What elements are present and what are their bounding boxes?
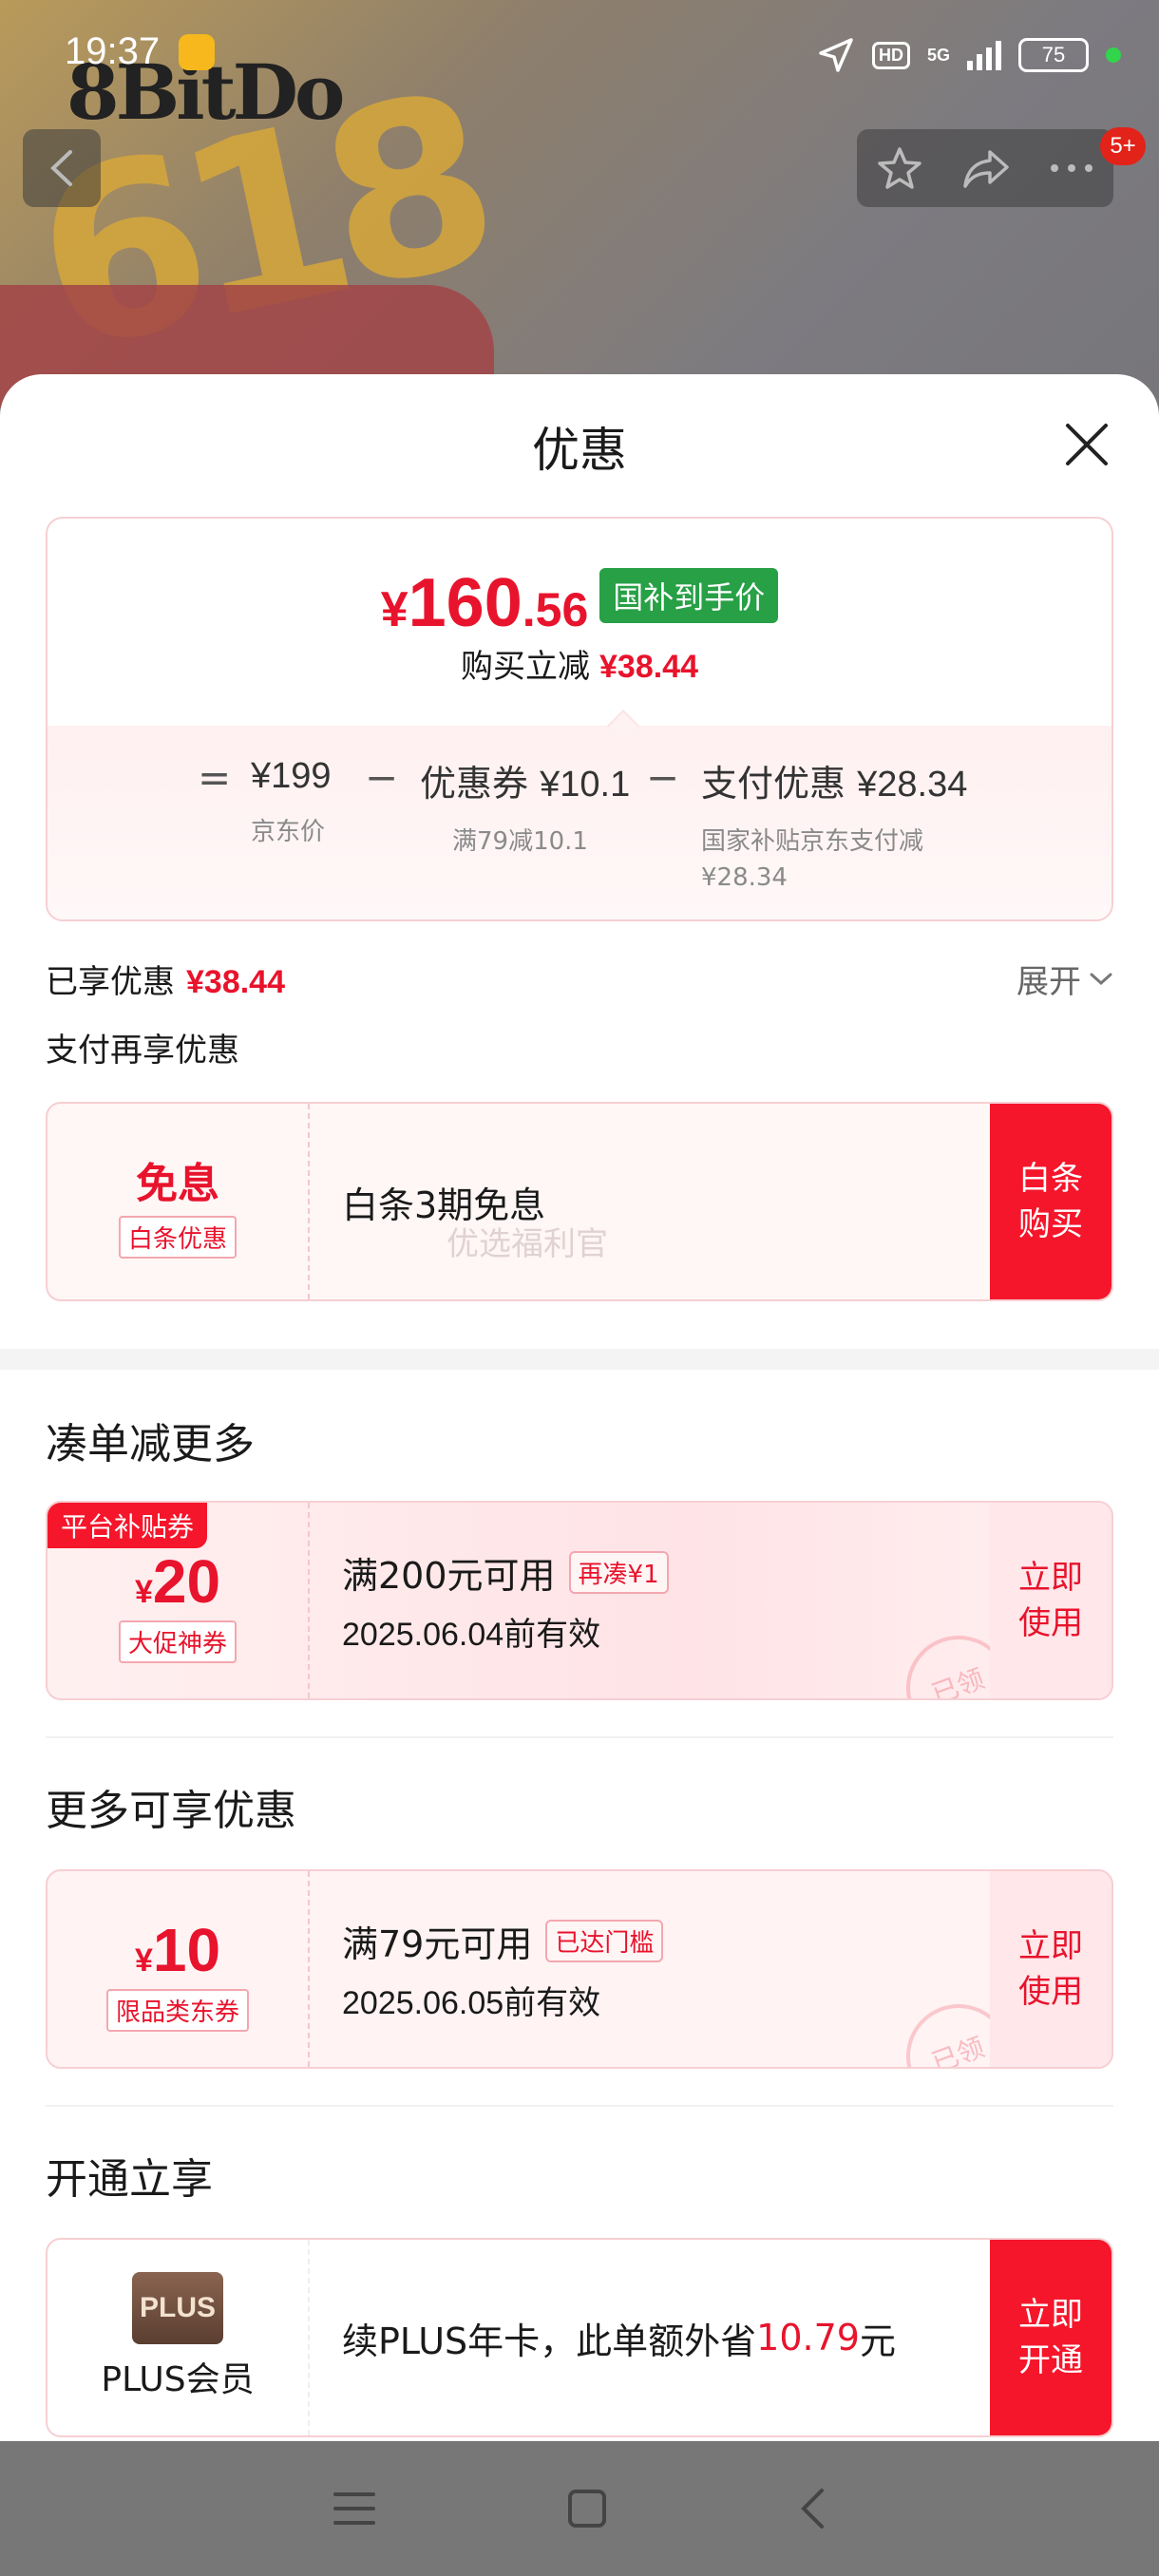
- plus-saving-amount: 10.79: [756, 2317, 860, 2358]
- privacy-dot-icon: [1106, 47, 1121, 63]
- divider-line: [46, 2105, 1113, 2107]
- gov-subsidy-tag: 国补到手价: [599, 568, 779, 623]
- back-nav-icon[interactable]: [798, 2487, 826, 2530]
- formula-minus: −: [646, 754, 680, 801]
- message-count-badge: 5+: [1100, 127, 1146, 165]
- coupon-threshold: 满200元可用: [342, 1555, 556, 1597]
- back-button[interactable]: [23, 129, 101, 207]
- section-divider: [0, 1349, 1159, 1370]
- baitiao-label: 白条优惠: [118, 1216, 237, 1259]
- section-title-open: 开通立享: [46, 2155, 213, 2204]
- coupon-threshold-tag: 已达门槛: [545, 1920, 664, 1962]
- open-plus-button[interactable]: 立即 开通: [990, 2240, 1112, 2435]
- chevron-left-icon: [50, 150, 72, 186]
- plus-logo: PLUS: [132, 2272, 223, 2344]
- formula-jd-price: ¥199 京东价: [251, 756, 332, 846]
- baitiao-big: 免息: [136, 1161, 219, 1207]
- instant-discount: 购买立减 ¥38.44: [461, 648, 698, 686]
- use-coupon-button[interactable]: 立即 使用: [990, 1871, 1112, 2067]
- formula-equals: =: [198, 754, 232, 801]
- coupon-label: 大促神券: [118, 1620, 237, 1663]
- coupon-threshold: 满79元可用: [342, 1923, 533, 1965]
- plus-info: 续PLUS年卡，此单额外省 10.79 元: [342, 2317, 896, 2362]
- share-icon[interactable]: [961, 144, 1011, 192]
- star-icon[interactable]: [876, 144, 923, 192]
- more-icon[interactable]: [1049, 162, 1094, 174]
- coupon-card-platform: ¥20 大促神券 平台补贴券 满200元可用 再凑¥1 2025.06.04前有效…: [46, 1501, 1113, 1700]
- expand-button[interactable]: 展开: [1016, 956, 1113, 1002]
- signal-icon: [967, 40, 1001, 70]
- price-summary-card: ¥160.56 国补到手价 购买立减 ¥38.44 = ¥199 京东价 − 优惠…: [46, 517, 1113, 921]
- coupon-gap-tag: 再凑¥1: [568, 1551, 669, 1594]
- coupon-info: 满79元可用 已达门槛 2025.06.05前有效: [342, 1871, 664, 2067]
- section-title-more: 凑单减更多: [46, 1420, 255, 1468]
- plus-name: PLUS会员: [101, 2360, 255, 2399]
- final-price: ¥160.56: [380, 565, 589, 641]
- applied-discount: 已享优惠 ¥38.44: [46, 963, 285, 1001]
- battery-icon: 75: [1018, 38, 1089, 72]
- baitiao-card: 免息 白条优惠 白条3期免息 白条 购买: [46, 1102, 1113, 1301]
- baitiao-buy-button[interactable]: 白条 购买: [990, 1104, 1112, 1299]
- discount-sheet: 优惠 ¥160.56 国补到手价 购买立减 ¥38.44 = ¥199 京东价 −…: [0, 374, 1159, 2441]
- sheet-title: 优惠: [532, 423, 627, 478]
- notification-app-icon: [179, 34, 215, 70]
- chevron-down-icon: [1090, 973, 1112, 985]
- watermark: 优选福利官: [446, 1225, 608, 1263]
- status-time: 19:37: [65, 30, 161, 72]
- formula-coupon: 优惠券 ¥10.1 满79减10.1: [420, 763, 631, 856]
- coupon-value: ¥20: [134, 1547, 221, 1616]
- location-icon: [819, 38, 853, 72]
- status-bar: 19:37 HD 5G 75: [0, 0, 1159, 114]
- baitiao-info: 白条3期免息: [342, 1104, 545, 1299]
- coupon-left: ¥10 限品类东券: [48, 1871, 310, 2067]
- plus-card: PLUS PLUS会员 续PLUS年卡，此单额外省 10.79 元 立即 开通: [46, 2238, 1113, 2437]
- baitiao-left: 免息 白条优惠: [48, 1104, 310, 1299]
- payment-discount-label: 支付再享优惠: [46, 1032, 239, 1070]
- coupon-value: ¥10: [134, 1916, 221, 1984]
- coupon-expiry: 2025.06.05前有效: [342, 1985, 601, 2021]
- divider-line: [46, 1736, 1113, 1738]
- use-coupon-button[interactable]: 立即 使用: [990, 1503, 1112, 1698]
- plus-left: PLUS PLUS会员: [48, 2240, 310, 2435]
- menu-icon[interactable]: [332, 2490, 376, 2528]
- coupon-label: 限品类东券: [105, 1989, 249, 2032]
- formula-minus: −: [365, 754, 399, 801]
- system-nav-bar: [0, 2441, 1159, 2576]
- coupon-info: 满200元可用 再凑¥1 2025.06.04前有效: [342, 1503, 669, 1698]
- platform-subsidy-tag: 平台补贴券: [48, 1503, 208, 1548]
- coupon-card-category: ¥10 限品类东券 满79元可用 已达门槛 2025.06.05前有效 已领 立即…: [46, 1869, 1113, 2069]
- home-icon[interactable]: [566, 2488, 608, 2529]
- final-price-row: ¥160.56 国补到手价: [48, 564, 1112, 642]
- coupon-expiry: 2025.06.04前有效: [342, 1617, 601, 1653]
- formula-payment-discount: 支付优惠 ¥28.34 国家补贴京东支付减¥28.34: [701, 763, 968, 892]
- hd-icon: HD: [871, 41, 910, 69]
- network-type: 5G: [926, 45, 950, 65]
- close-icon[interactable]: [1062, 420, 1112, 469]
- status-icons: HD 5G 75: [817, 36, 1121, 74]
- section-title-available: 更多可享优惠: [46, 1787, 296, 1835]
- top-action-group: [857, 129, 1113, 207]
